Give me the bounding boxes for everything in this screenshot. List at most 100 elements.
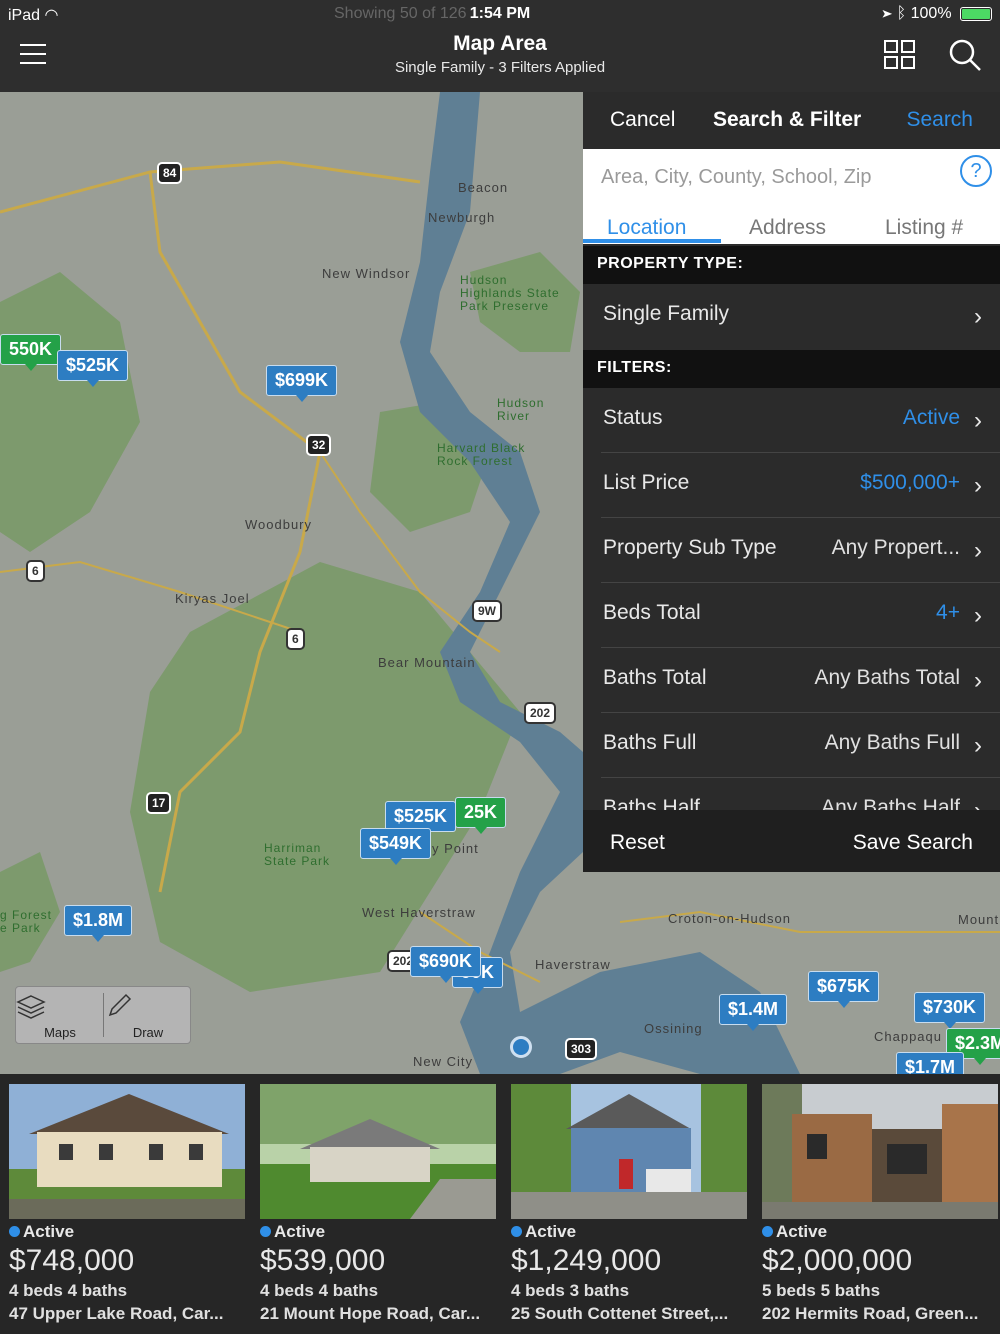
filter-row-baths-total[interactable]: Baths Total Any Baths Total › (583, 648, 1000, 713)
filter-label: Baths Total (603, 666, 707, 689)
filter-row-list-price[interactable]: List Price $500,000+ › (583, 453, 1000, 518)
park-label: g Forest e Park (0, 908, 53, 935)
highway-shield: 202 (524, 702, 557, 724)
listing-address: 202 Hermits Road, Green... (762, 1304, 979, 1323)
panel-header: Cancel Search & Filter Search (583, 92, 1000, 149)
filter-value: Any Baths Full (824, 731, 960, 754)
search-input[interactable]: Area, City, County, School, Zip (601, 166, 871, 189)
map-label: New City (413, 1054, 474, 1069)
price-pin[interactable]: 550K (0, 334, 62, 371)
filter-label: Property Sub Type (603, 536, 777, 559)
price-pin[interactable]: $1.8M (64, 905, 133, 942)
highway-shield: 6 (26, 560, 45, 582)
current-location-dot (510, 1036, 532, 1058)
listing-beds-baths: 4 beds 4 baths (260, 1281, 379, 1300)
filter-row-beds-total[interactable]: Beds Total 4+ › (583, 583, 1000, 648)
draw-button[interactable]: Draw (104, 987, 192, 1043)
price-pin[interactable]: $549K (360, 828, 432, 865)
map-label: Newburgh (428, 210, 496, 225)
status-dot-icon (511, 1226, 522, 1237)
map-tools: Maps Draw (15, 986, 191, 1044)
filter-row-property-sub-type[interactable]: Property Sub Type Any Propert... › (583, 518, 1000, 583)
tab-location[interactable]: Location (607, 216, 686, 240)
park-label: Hudson River (497, 396, 545, 423)
map-label: Croton-on-Hudson (668, 911, 791, 926)
chevron-right-icon: › (974, 537, 982, 564)
layers-icon (16, 995, 46, 1019)
location-arrow-icon: ➤ (882, 5, 893, 22)
map-label: Bear Mountain (378, 655, 476, 670)
highway-shield: 84 (157, 162, 183, 184)
listing-status: Active (9, 1222, 74, 1242)
price-pin[interactable]: $699K (266, 365, 338, 402)
highway-shield: 9W (472, 600, 502, 622)
search-button[interactable]: Search (906, 108, 973, 132)
bluetooth-icon: ᛒ (896, 5, 907, 22)
reset-button[interactable]: Reset (610, 831, 665, 855)
price-pin[interactable]: 25K (455, 797, 507, 834)
status-right: ➤ ᛒ 100% (882, 5, 992, 23)
highway-shield: 32 (306, 434, 332, 456)
filter-value: Any Propert... (831, 536, 960, 559)
listing-carousel[interactable]: Active $748,000 4 beds 4 baths 47 Upper … (0, 1074, 1000, 1334)
filter-row-baths-full[interactable]: Baths Full Any Baths Full › (583, 713, 1000, 778)
listing-card[interactable]: Active $748,000 4 beds 4 baths 47 Upper … (9, 1084, 245, 1334)
map-label: Ossining (644, 1021, 703, 1036)
cancel-button[interactable]: Cancel (610, 108, 675, 132)
filter-row-status[interactable]: Status Active › (583, 388, 1000, 453)
listing-price: $2,000,000 (762, 1244, 913, 1277)
maps-layer-button[interactable]: Maps (16, 987, 104, 1043)
clock: 1:54 PM (469, 5, 531, 22)
property-type-header: PROPERTY TYPE: (583, 246, 1000, 284)
park-label: Hudson Highlands State Park Preserve (460, 273, 560, 313)
battery-percent: 100% (910, 5, 952, 22)
active-tab-indicator (583, 239, 721, 243)
listing-card[interactable]: Active $539,000 4 beds 4 baths 21 Mount … (260, 1084, 496, 1334)
save-search-button[interactable]: Save Search (853, 831, 973, 855)
listing-beds-baths: 5 beds 5 baths (762, 1281, 881, 1300)
search-filter-panel: Cancel Search & Filter Search Area, City… (583, 92, 1000, 872)
price-pin[interactable]: $675K (808, 971, 880, 1008)
filter-label: Baths Full (603, 731, 697, 754)
grid-view-icon[interactable] (884, 40, 916, 70)
help-icon[interactable]: ? (960, 155, 992, 187)
filter-label: Status (603, 406, 663, 429)
filter-summary: Single Family - 3 Filters Applied (394, 59, 606, 76)
listing-status: Active (260, 1222, 325, 1242)
tab-address[interactable]: Address (749, 216, 826, 240)
price-pin[interactable]: $525K (57, 350, 129, 387)
listing-price: $748,000 (9, 1244, 135, 1277)
tab-listing-number[interactable]: Listing # (885, 216, 963, 240)
status-bar: iPad ◠ Showing 50 of 126 1:54 PM ➤ ᛒ 100… (0, 0, 1000, 28)
filter-label: List Price (603, 471, 690, 494)
park-label: Harvard Black Rock Forest (437, 441, 526, 468)
chevron-right-icon: › (974, 602, 982, 629)
listing-address: 21 Mount Hope Road, Car... (260, 1304, 481, 1323)
property-type-row[interactable]: Single Family › (583, 284, 1000, 350)
maps-label: Maps (44, 1025, 76, 1040)
listing-photo (9, 1084, 245, 1219)
highway-shield: 6 (286, 628, 305, 650)
listing-photo (762, 1084, 998, 1219)
filter-value: Active (902, 406, 960, 429)
search-icon[interactable] (948, 38, 982, 72)
draw-label: Draw (132, 1025, 164, 1040)
map-label: New Windsor (322, 266, 411, 281)
price-pin[interactable]: $1.7M (896, 1052, 965, 1074)
listing-card[interactable]: Active $1,249,000 4 beds 3 baths 25 Sout… (511, 1084, 747, 1334)
status-dot-icon (9, 1226, 20, 1237)
chevron-right-icon: › (974, 667, 982, 694)
price-pin[interactable]: $690K (410, 946, 482, 983)
listing-price: $539,000 (260, 1244, 386, 1277)
price-pin[interactable]: $1.4M (719, 994, 788, 1031)
chevron-right-icon: › (974, 303, 982, 330)
price-pin[interactable]: $730K (914, 992, 986, 1029)
filter-label: Beds Total (603, 601, 701, 624)
chevron-right-icon: › (974, 407, 982, 434)
map-label: Mount (958, 912, 1000, 927)
page-title: Map Area (453, 32, 547, 55)
listing-card[interactable]: Active $2,000,000 5 beds 5 baths 202 Her… (762, 1084, 998, 1334)
status-dot-icon (260, 1226, 271, 1237)
listing-address: 47 Upper Lake Road, Car... (9, 1304, 224, 1323)
map-label: Kiryas Joel (175, 591, 250, 606)
